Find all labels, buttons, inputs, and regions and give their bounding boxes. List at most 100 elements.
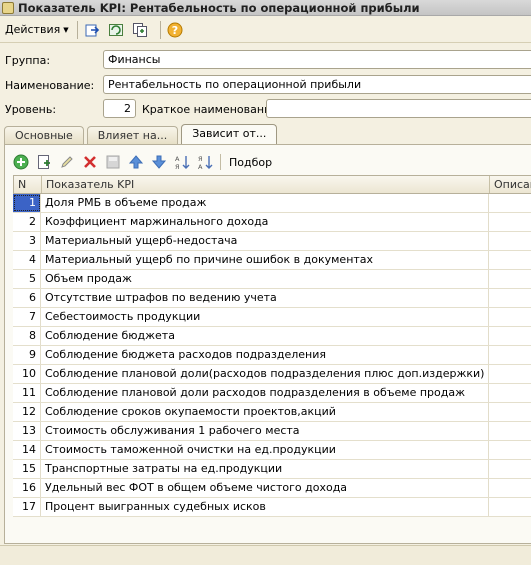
row-kpi[interactable]: Себестоимость продукции <box>41 308 489 326</box>
row-kpi[interactable]: Соблюдение сроков окупаемости проектов,а… <box>41 403 489 421</box>
row-description[interactable] <box>489 308 531 326</box>
table-row[interactable]: 3 Материальный ущерб-недостача <box>13 232 531 251</box>
copy-icon[interactable] <box>131 21 149 39</box>
table-row[interactable]: 12 Соблюдение сроков окупаемости проектов… <box>13 403 531 422</box>
row-description[interactable] <box>489 441 531 459</box>
name-field[interactable]: Рентабельность по операционной прибыли <box>103 75 531 94</box>
app-icon <box>2 1 14 14</box>
tab-affects[interactable]: Влияет на... <box>86 126 179 144</box>
save-disabled-icon[interactable] <box>105 154 121 170</box>
form-toolbar: Действия ▼ ? <box>0 17 531 43</box>
level-field[interactable]: 2 <box>103 99 136 118</box>
row-number[interactable]: 3 <box>13 232 41 250</box>
row-kpi[interactable]: Соблюдение бюджета расходов подразделени… <box>41 346 489 364</box>
sort-ascending-icon[interactable]: AЯ <box>174 154 190 170</box>
copy-row-icon[interactable] <box>36 154 52 170</box>
table-row[interactable]: 14 Стоимость таможенной очистки на ед.про… <box>13 441 531 460</box>
row-description[interactable] <box>489 346 531 364</box>
column-header-n[interactable]: N <box>14 176 42 193</box>
record-icon[interactable] <box>83 21 101 39</box>
row-number[interactable]: 10 <box>13 365 41 383</box>
add-icon[interactable] <box>13 154 29 170</box>
row-kpi[interactable]: Отсутствие штрафов по ведению учета <box>41 289 489 307</box>
table-row[interactable]: 2 Коэффициент маржинального дохода <box>13 213 531 232</box>
short-name-field[interactable] <box>266 99 531 118</box>
row-description[interactable] <box>489 327 531 345</box>
actions-menu-button[interactable]: Действия ▼ <box>2 20 72 40</box>
selection-button[interactable]: Подбор <box>229 156 272 169</box>
refresh-icon[interactable] <box>107 21 125 39</box>
row-kpi[interactable]: Материальный ущерб-недостача <box>41 232 489 250</box>
row-number[interactable]: 15 <box>13 460 41 478</box>
row-kpi[interactable]: Доля РМБ в объеме продаж <box>41 194 489 212</box>
row-number[interactable]: 16 <box>13 479 41 497</box>
row-number[interactable]: 11 <box>13 384 41 402</box>
delete-icon[interactable] <box>82 154 98 170</box>
table-row[interactable]: 4 Материальный ущерб по причине ошибок в … <box>13 251 531 270</box>
table-row[interactable]: 16 Удельный вес ФОТ в общем объеме чистог… <box>13 479 531 498</box>
table-row[interactable]: 17 Процент выигранных судебных исков <box>13 498 531 517</box>
row-kpi[interactable]: Транспортные затраты на ед.продукции <box>41 460 489 478</box>
row-kpi[interactable]: Стоимость таможенной очистки на ед.проду… <box>41 441 489 459</box>
row-number[interactable]: 13 <box>13 422 41 440</box>
table-row[interactable]: 6 Отсутствие штрафов по ведению учета <box>13 289 531 308</box>
table-row[interactable]: 13 Стоимость обслуживания 1 рабочего мест… <box>13 422 531 441</box>
row-number[interactable]: 2 <box>13 213 41 231</box>
row-number[interactable]: 1 <box>13 194 41 212</box>
row-number[interactable]: 4 <box>13 251 41 269</box>
row-description[interactable] <box>489 251 531 269</box>
row-number[interactable]: 14 <box>13 441 41 459</box>
level-label: Уровень: <box>5 103 57 116</box>
row-description[interactable] <box>489 384 531 402</box>
edit-icon[interactable] <box>59 154 75 170</box>
tab-main[interactable]: Основные <box>4 126 84 144</box>
row-description[interactable] <box>489 460 531 478</box>
row-description[interactable] <box>489 289 531 307</box>
help-icon[interactable]: ? <box>166 21 184 39</box>
table-toolbar: AЯ ЯA Подбор <box>13 153 272 171</box>
row-description[interactable] <box>489 365 531 383</box>
row-description[interactable] <box>489 422 531 440</box>
tab-depends-on[interactable]: Зависит от... <box>181 124 278 144</box>
sort-descending-icon[interactable]: ЯA <box>197 154 213 170</box>
move-down-icon[interactable] <box>151 154 167 170</box>
row-description[interactable] <box>489 194 531 212</box>
row-kpi[interactable]: Соблюдение плановой доли(расходов подраз… <box>41 365 489 383</box>
row-description[interactable] <box>489 232 531 250</box>
row-number[interactable]: 17 <box>13 498 41 516</box>
row-number[interactable]: 5 <box>13 270 41 288</box>
row-kpi[interactable]: Процент выигранных судебных исков <box>41 498 489 516</box>
table-row[interactable]: 15 Транспортные затраты на ед.продукции <box>13 460 531 479</box>
row-description[interactable] <box>489 479 531 497</box>
row-kpi[interactable]: Стоимость обслуживания 1 рабочего места <box>41 422 489 440</box>
table-row[interactable]: 11 Соблюдение плановой доли расходов подр… <box>13 384 531 403</box>
row-kpi[interactable]: Соблюдение плановой доли расходов подраз… <box>41 384 489 402</box>
row-number[interactable]: 12 <box>13 403 41 421</box>
table-row[interactable]: 7 Себестоимость продукции <box>13 308 531 327</box>
column-header-kpi[interactable]: Показатель KPI <box>42 176 490 193</box>
group-field[interactable]: Финансы <box>103 50 531 69</box>
table-row[interactable]: 5 Объем продаж <box>13 270 531 289</box>
row-description[interactable] <box>489 213 531 231</box>
row-kpi[interactable]: Удельный вес ФОТ в общем объеме чистого … <box>41 479 489 497</box>
row-kpi[interactable]: Коэффициент маржинального дохода <box>41 213 489 231</box>
row-kpi[interactable]: Соблюдение бюджета <box>41 327 489 345</box>
toolbar-separator <box>159 20 161 39</box>
table-row[interactable]: 1 Доля РМБ в объеме продаж <box>13 194 531 213</box>
table-row[interactable]: 9 Соблюдение бюджета расходов подразделен… <box>13 346 531 365</box>
row-description[interactable] <box>489 270 531 288</box>
move-up-icon[interactable] <box>128 154 144 170</box>
row-kpi[interactable]: Материальный ущерб по причине ошибок в д… <box>41 251 489 269</box>
column-header-description[interactable]: Описан <box>490 176 531 193</box>
row-number[interactable]: 7 <box>13 308 41 326</box>
row-number[interactable]: 6 <box>13 289 41 307</box>
row-number[interactable]: 9 <box>13 346 41 364</box>
table-row[interactable]: 8 Соблюдение бюджета <box>13 327 531 346</box>
row-kpi[interactable]: Объем продаж <box>41 270 489 288</box>
row-description[interactable] <box>489 498 531 516</box>
row-number[interactable]: 8 <box>13 327 41 345</box>
row-description[interactable] <box>489 403 531 421</box>
table-header: N Показатель KPI Описан <box>13 175 531 194</box>
tab-strip: Основные Влияет на... Зависит от... <box>4 124 280 144</box>
table-row[interactable]: 10 Соблюдение плановой доли(расходов подр… <box>13 365 531 384</box>
